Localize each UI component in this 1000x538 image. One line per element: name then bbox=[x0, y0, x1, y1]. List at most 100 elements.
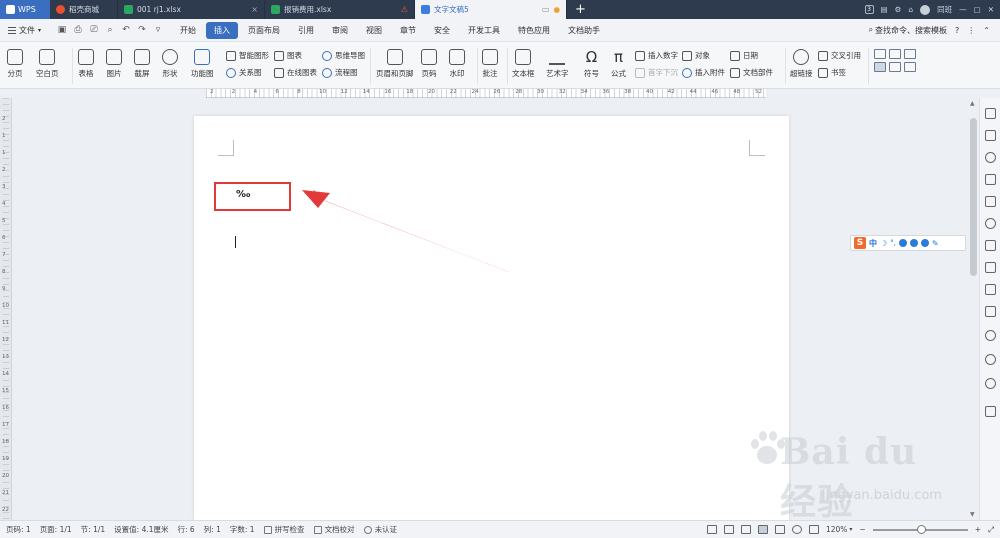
skin-shirt-icon[interactable] bbox=[920, 239, 929, 247]
vertical-scrollbar[interactable]: ▲ ▼ bbox=[968, 98, 979, 520]
certification-status[interactable]: 未认证 bbox=[363, 524, 397, 535]
shapes-icon[interactable] bbox=[985, 152, 996, 163]
window-count-icon[interactable]: 3 bbox=[864, 5, 874, 14]
half-width-icon[interactable]: ☽ bbox=[880, 239, 887, 248]
more-icon[interactable]: ⋮ bbox=[967, 26, 975, 35]
help-icon[interactable]: ? bbox=[955, 26, 959, 35]
spell-check-toggle[interactable]: 拼写检查 bbox=[263, 524, 305, 535]
punctuation-icon[interactable]: °, bbox=[890, 239, 896, 247]
redo-icon[interactable]: ↷ bbox=[137, 25, 147, 35]
more-panel-icon[interactable] bbox=[985, 406, 996, 417]
permille-symbol-text[interactable]: ‰ bbox=[236, 189, 250, 200]
scroll-down-icon[interactable]: ▼ bbox=[970, 511, 975, 518]
zoom-in-button[interactable]: + bbox=[975, 525, 981, 534]
tab-insert[interactable]: 插入 bbox=[206, 21, 239, 39]
tab-chapter[interactable]: 章节 bbox=[392, 22, 424, 39]
print-icon[interactable]: ⎚ bbox=[89, 25, 99, 35]
horizontal-ruler[interactable]: 2 2 4 6 8 10 12 14 16 18 20 22 24 26 28 30 32 34 36 38 40 42 4… bbox=[206, 89, 766, 98]
wps-home-tab[interactable]: WPS bbox=[0, 0, 50, 19]
blank-page-button[interactable]: 空白页 bbox=[36, 49, 59, 79]
skin-icon[interactable]: ▤ bbox=[881, 5, 888, 14]
mind-map-button[interactable]: 思维导图 bbox=[322, 50, 365, 61]
status-words[interactable]: 字数: 1 bbox=[230, 524, 255, 535]
save-icon[interactable]: ▣ bbox=[57, 25, 67, 35]
drop-cap-button[interactable]: 首字下沉 bbox=[635, 67, 678, 78]
minimize-icon[interactable]: — bbox=[959, 5, 967, 14]
relation-chart-button[interactable]: 关系图 bbox=[226, 67, 262, 78]
settings-icon[interactable]: ⚙ bbox=[895, 5, 902, 14]
vertical-ruler[interactable]: 211234567891011121314151617181920212223 bbox=[0, 98, 12, 530]
adjust-icon[interactable] bbox=[985, 174, 996, 185]
tab-view[interactable]: 视图 bbox=[358, 22, 390, 39]
zoom-dropdown-icon[interactable]: ▾ bbox=[849, 526, 852, 533]
fit-page-icon[interactable]: ⤢ bbox=[988, 525, 994, 535]
insert-attachment-button[interactable]: 插入附件 bbox=[682, 67, 725, 78]
avatar[interactable] bbox=[920, 4, 931, 15]
keyboard-icon[interactable] bbox=[898, 239, 907, 247]
read-mode-icon[interactable] bbox=[808, 525, 819, 534]
tab-docer-store[interactable]: 稻壳商城 bbox=[50, 0, 118, 19]
tab-developer[interactable]: 开发工具 bbox=[460, 22, 508, 39]
object-button[interactable]: 对象 bbox=[682, 50, 710, 61]
function-chart-button[interactable]: 功能图 bbox=[191, 49, 214, 79]
smart-shape-button[interactable]: 智能图形 bbox=[226, 50, 269, 61]
tab-security[interactable]: 安全 bbox=[426, 22, 458, 39]
hyperlink-button[interactable]: 超链接 bbox=[790, 49, 813, 79]
page-view-icon[interactable] bbox=[757, 525, 768, 534]
voice-icon[interactable] bbox=[909, 239, 918, 247]
export-pdf-icon[interactable]: ⎙ bbox=[73, 25, 83, 35]
web-view-icon[interactable] bbox=[791, 525, 802, 534]
cross-reference-button[interactable]: 交叉引用 bbox=[818, 50, 861, 61]
command-search[interactable]: 查找命令、搜索模板 bbox=[875, 25, 947, 36]
star-icon[interactable] bbox=[985, 218, 996, 229]
format-icon[interactable] bbox=[985, 284, 996, 295]
select-icon[interactable] bbox=[985, 130, 996, 141]
ime-mode-chinese[interactable]: 中 bbox=[869, 238, 877, 249]
shape-button[interactable]: 形状 bbox=[162, 49, 178, 79]
print-preview-icon[interactable]: ⌕ bbox=[105, 25, 115, 35]
symbol-button[interactable]: Ω 符号 bbox=[584, 49, 599, 79]
flow-chart-button[interactable]: 流程图 bbox=[322, 67, 358, 78]
zoom-slider[interactable] bbox=[872, 524, 968, 534]
pen-mode-icon[interactable] bbox=[740, 525, 751, 534]
undo-icon[interactable]: ↶ bbox=[121, 25, 131, 35]
collapse-ribbon-icon[interactable]: ⌃ bbox=[983, 26, 990, 35]
styles-icon[interactable] bbox=[985, 196, 996, 207]
formula-button[interactable]: π 公式 bbox=[611, 49, 626, 79]
pen-icon[interactable] bbox=[985, 108, 996, 119]
outline-view-icon[interactable] bbox=[774, 525, 785, 534]
online-chart-button[interactable]: 在线图表 bbox=[274, 67, 317, 78]
layout-option[interactable] bbox=[889, 62, 901, 72]
tab-text-doc5[interactable]: 文字文稿5 ▭ ● bbox=[415, 0, 567, 19]
tab-reference[interactable]: 引用 bbox=[290, 22, 322, 39]
close-icon[interactable]: ✕ bbox=[988, 5, 994, 14]
proofread-button[interactable]: 文档校对 bbox=[313, 524, 355, 535]
tab-doc-assistant[interactable]: 文档助手 bbox=[560, 22, 608, 39]
art-text-button[interactable]: 艺术字 bbox=[546, 49, 569, 79]
bookmark-button[interactable]: 书签 bbox=[818, 67, 846, 78]
document-page[interactable]: ‰ bbox=[194, 116, 789, 520]
eye-protection-icon[interactable] bbox=[723, 525, 734, 534]
doc-parts-button[interactable]: 文档部件 bbox=[730, 67, 773, 78]
tab-review[interactable]: 审阅 bbox=[324, 22, 356, 39]
zoom-slider-knob[interactable] bbox=[916, 524, 926, 534]
ime-toolbar[interactable]: S 中 ☽ °, ✎ bbox=[850, 235, 966, 251]
table-button[interactable]: 表格 bbox=[78, 49, 94, 79]
tab-expense-xlsx[interactable]: 报销费用.xlsx ⚠ bbox=[265, 0, 415, 19]
picture-button[interactable]: 图片 bbox=[106, 49, 122, 79]
text-box-button[interactable]: 文本框 bbox=[512, 49, 535, 79]
share-icon[interactable] bbox=[985, 240, 996, 251]
file-menu[interactable]: 文件 ▾ bbox=[0, 25, 49, 36]
help-circle-icon[interactable] bbox=[985, 378, 996, 389]
user-name[interactable]: 同班 bbox=[937, 4, 952, 15]
watermark-button[interactable]: 水印 bbox=[449, 49, 465, 79]
zoom-level[interactable]: 120% bbox=[826, 525, 847, 534]
layout-option[interactable] bbox=[874, 49, 886, 59]
tab-page-layout[interactable]: 页面布局 bbox=[240, 22, 288, 39]
layout-option[interactable] bbox=[904, 49, 916, 59]
date-button[interactable]: 日期 bbox=[730, 50, 758, 61]
scrollbar-thumb[interactable] bbox=[970, 118, 977, 276]
page-break-button[interactable]: 分页 bbox=[7, 49, 23, 79]
header-footer-button[interactable]: 页眉和页脚 bbox=[376, 49, 414, 79]
search-icon[interactable]: ⌕ bbox=[869, 25, 873, 35]
